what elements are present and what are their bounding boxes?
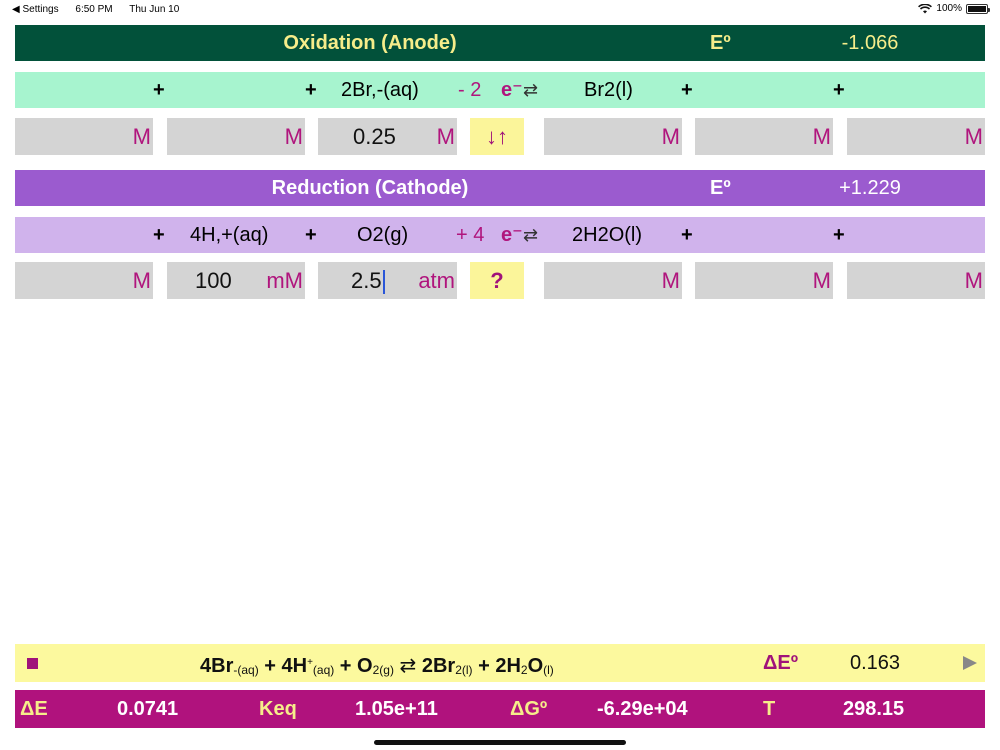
- temperature-value[interactable]: 298.15: [843, 690, 904, 728]
- oxidation-conc-field-2[interactable]: M: [167, 118, 305, 155]
- delta-e0-value: 0.163: [850, 652, 901, 674]
- delta-e-value: 0.0741: [117, 698, 179, 720]
- equilibrium-arrows-icon: ⇄: [523, 80, 539, 100]
- oxidation-conc-field-1[interactable]: M: [15, 118, 153, 155]
- overall-reaction-bar: 4Br-(aq) + 4H+(aq) + O2(g) ⇄ 2Br2(l) + 2…: [15, 644, 985, 682]
- reduction-conc-field-6[interactable]: M: [847, 262, 985, 299]
- delta-g-label: ΔGº: [510, 698, 548, 720]
- reduction-reactant-1[interactable]: 4H,+(aq): [190, 217, 268, 253]
- oxidation-conc-field-3[interactable]: 0.25 M: [318, 118, 457, 155]
- back-to-settings-link[interactable]: ◀ Settings: [12, 4, 59, 15]
- reduction-conc-field-5[interactable]: M: [695, 262, 833, 299]
- oxidation-title: Oxidation (Anode): [283, 32, 457, 54]
- delta-e-label: ΔE: [20, 698, 48, 720]
- keq-value: 1.05e+11: [355, 698, 438, 720]
- electron-symbol: e⁻: [501, 79, 523, 101]
- oxidation-conc-field-4[interactable]: M: [544, 118, 682, 155]
- unit-label: M: [812, 124, 831, 149]
- reduction-conc-field-4[interactable]: M: [544, 262, 682, 299]
- help-button[interactable]: ?: [470, 262, 524, 299]
- reduction-e0-value[interactable]: +1.229: [795, 170, 945, 206]
- unit-label: mM: [266, 268, 303, 293]
- unit-label: M: [132, 268, 151, 293]
- conc-value: 0.25: [353, 124, 396, 149]
- home-indicator[interactable]: [374, 740, 626, 745]
- plus-sign: +: [681, 79, 693, 101]
- overall-equation: 4Br-(aq) + 4H+(aq) + O2(g) ⇄ 2Br2(l) + 2…: [200, 655, 554, 677]
- status-date: Thu Jun 10: [129, 4, 180, 15]
- unit-label: M: [661, 268, 680, 293]
- unit-label: M: [964, 268, 983, 293]
- oxidation-header: Oxidation (Anode) Eº -1.066: [15, 25, 985, 61]
- unit-label: M: [436, 124, 455, 149]
- results-bar: ΔE 0.0741 Keq 1.05e+11 ΔGº -6.29e+04 T 2…: [15, 690, 985, 728]
- unit-label: atm: [418, 268, 455, 293]
- conc-value: 2.5: [351, 262, 385, 299]
- stop-icon[interactable]: [27, 658, 38, 669]
- text-cursor: [382, 270, 385, 295]
- unit-label: M: [284, 124, 303, 149]
- unit-label: M: [132, 124, 151, 149]
- oxidation-electron-count[interactable]: - 2: [458, 72, 481, 108]
- reduction-product[interactable]: 2H2O(l): [572, 217, 642, 253]
- reduction-header: Reduction (Cathode) Eº +1.229: [15, 170, 985, 206]
- reduction-electron-count[interactable]: + 4: [456, 217, 484, 253]
- plus-sign: +: [681, 224, 693, 246]
- oxidation-product[interactable]: Br2(l): [584, 72, 633, 108]
- reduction-reactant-2[interactable]: O2(g): [357, 217, 408, 253]
- battery-percent: 100%: [936, 3, 962, 14]
- oxidation-conc-field-5[interactable]: M: [695, 118, 833, 155]
- oxidation-equation-row: + + 2Br,-(aq) - 2 e⁻ ⇄ Br2(l) + +: [15, 72, 985, 108]
- oxidation-e0-value[interactable]: -1.066: [795, 25, 945, 61]
- oxidation-e0-label: Eº: [710, 32, 731, 54]
- plus-sign: +: [833, 79, 845, 101]
- unit-label: M: [661, 124, 680, 149]
- plus-sign: +: [153, 79, 165, 101]
- plus-sign: +: [305, 224, 317, 246]
- plus-sign: +: [305, 79, 317, 101]
- reduction-equation-row: + 4H,+(aq) + O2(g) + 4 e⁻ ⇄ 2H2O(l) + +: [15, 217, 985, 253]
- reduction-conc-field-2[interactable]: 100 mM: [167, 262, 305, 299]
- status-bar: ◀ Settings 6:50 PM Thu Jun 10 100%: [0, 0, 1000, 18]
- reduction-conc-field-3[interactable]: 2.5 atm: [318, 262, 457, 299]
- direction-toggle-button[interactable]: ↓↑: [470, 118, 524, 155]
- delta-g-value: -6.29e+04: [597, 698, 688, 720]
- temperature-label: T: [763, 698, 776, 720]
- play-icon[interactable]: [963, 656, 977, 670]
- electron-symbol: e⁻: [501, 224, 523, 246]
- reduction-e0-label: Eº: [710, 177, 731, 199]
- plus-sign: +: [833, 224, 845, 246]
- unit-label: M: [964, 124, 983, 149]
- delta-e0-label: ΔEº: [763, 652, 799, 674]
- battery-icon: [966, 3, 990, 14]
- reduction-conc-field-1[interactable]: M: [15, 262, 153, 299]
- wifi-icon: [918, 3, 933, 13]
- conc-value: 100: [195, 268, 232, 293]
- status-time: 6:50 PM: [75, 4, 113, 15]
- reduction-title: Reduction (Cathode): [271, 177, 469, 199]
- keq-label: Keq: [259, 698, 297, 720]
- oxidation-conc-field-6[interactable]: M: [847, 118, 985, 155]
- unit-label: M: [812, 268, 831, 293]
- equilibrium-arrows-icon: ⇄: [523, 225, 539, 245]
- oxidation-reactant[interactable]: 2Br,-(aq): [341, 72, 419, 108]
- plus-sign: +: [153, 224, 165, 246]
